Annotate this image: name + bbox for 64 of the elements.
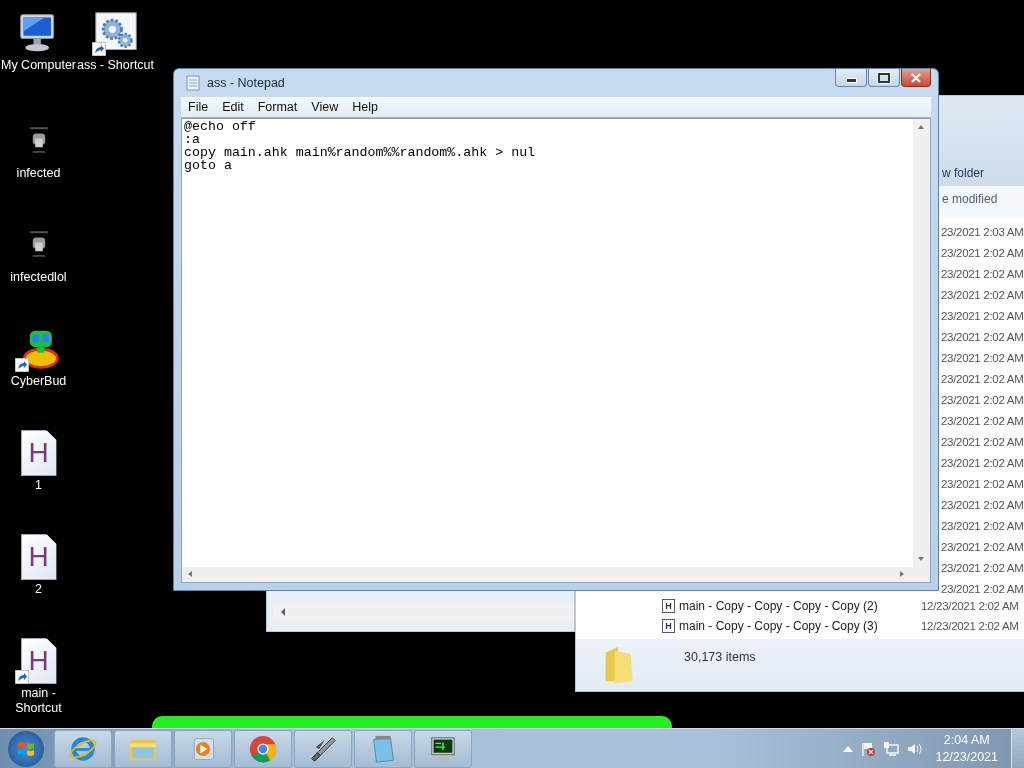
script-file-icon: H	[20, 430, 57, 476]
date-cell-text: 23/2021 2:03 AM	[941, 225, 1024, 240]
show-hidden-icons-button[interactable]	[843, 745, 854, 752]
column-header[interactable]: e modified	[942, 192, 998, 206]
file-name[interactable]: main - Copy - Copy - Copy - Copy (3)	[679, 619, 917, 633]
network-icon[interactable]	[883, 740, 900, 757]
horizontal-scrollbar[interactable]	[273, 603, 574, 621]
desktop-icon-label[interactable]: 1	[0, 478, 77, 493]
date-cell-text: 23/2021 2:02 AM	[941, 372, 1024, 387]
script-file-icon: H	[20, 534, 57, 580]
script-file-icon: H	[662, 599, 675, 613]
vertical-scrollbar[interactable]	[913, 119, 930, 567]
notepad-icon	[185, 75, 201, 91]
taskbar-button[interactable]	[294, 729, 352, 768]
window-title: ass - Notepad	[207, 76, 285, 90]
script-file-icon: H	[20, 638, 57, 684]
chrome-icon	[248, 733, 278, 764]
code-line: copy main.ahk main%random%%random%.ahk > nul	[184, 146, 537, 159]
file-name[interactable]: main - Copy - Copy - Copy - Copy (2)	[679, 599, 917, 613]
date-cell-text: 23/2021 2:02 AM	[941, 540, 1024, 555]
desktop-icon-label[interactable]: My Computer	[1, 58, 76, 73]
date-cell-text: 23/2021 2:02 AM	[941, 456, 1024, 471]
show-desktop-button[interactable]	[1011, 728, 1024, 768]
code-line: :a	[184, 133, 201, 146]
desktop-icon-label[interactable]: CyberBud	[0, 374, 77, 389]
date-cell-text: 23/2021 2:02 AM	[941, 561, 1024, 576]
date-cell: 12/23/2021 2:02 AM	[921, 620, 1019, 632]
close-button[interactable]	[901, 69, 931, 87]
close-icon	[911, 72, 921, 83]
date-cell-text: 23/2021 2:02 AM	[941, 246, 1024, 261]
menu-item[interactable]: File	[181, 100, 216, 114]
desktop-icon-label[interactable]: main - Shortcut	[0, 686, 77, 716]
menu-item[interactable]: Help	[345, 100, 385, 114]
date-cell: 12/23/2021 2:02 AM	[921, 600, 1019, 612]
menu-item[interactable]: Edit	[215, 100, 251, 114]
date-cell-text: 23/2021 2:02 AM	[941, 309, 1024, 324]
horizontal-scrollbar[interactable]	[182, 567, 930, 582]
taskbar-button[interactable]	[414, 729, 472, 768]
code-line: @echo off	[184, 120, 257, 133]
date-cell-text: 23/2021 2:02 AM	[941, 288, 1024, 303]
menu-item[interactable]: View	[304, 100, 346, 114]
date-cell-text: 23/2021 2:02 AM	[941, 498, 1024, 513]
date-cell-text: 23/2021 2:02 AM	[941, 582, 1024, 597]
date-cell-text: 23/2021 2:02 AM	[941, 477, 1024, 492]
scroll-left-icon[interactable]	[281, 608, 285, 616]
date-cell-text: 23/2021 2:02 AM	[941, 414, 1024, 429]
desktop-icon-label[interactable]: ass - Shortcut	[76, 58, 155, 73]
menu-item[interactable]: Format	[250, 100, 305, 114]
flag-icon[interactable]	[860, 740, 877, 757]
desktop-icon-label[interactable]: infectedlol	[0, 270, 77, 285]
date-cell-text: 23/2021 2:02 AM	[941, 267, 1024, 282]
desktop-icon-label[interactable]: infected	[0, 166, 77, 181]
code-line: goto a	[184, 159, 233, 172]
date-cell-text: 23/2021 2:02 AM	[941, 393, 1024, 408]
minimize-button[interactable]	[835, 69, 867, 87]
date-cell-text: 23/2021 2:02 AM	[941, 330, 1024, 345]
new-folder-button[interactable]: w folder	[942, 166, 985, 180]
date-cell-text: 23/2021 2:02 AM	[941, 351, 1024, 366]
item-count: 30,173 items	[684, 650, 756, 664]
maximize-button[interactable]	[868, 69, 900, 87]
desktop-icon-label[interactable]: 2	[0, 582, 77, 597]
date-cell-text: 23/2021 2:02 AM	[941, 435, 1024, 450]
script-file-icon: H	[662, 619, 675, 633]
date-cell-text: 23/2021 2:02 AM	[941, 519, 1024, 534]
